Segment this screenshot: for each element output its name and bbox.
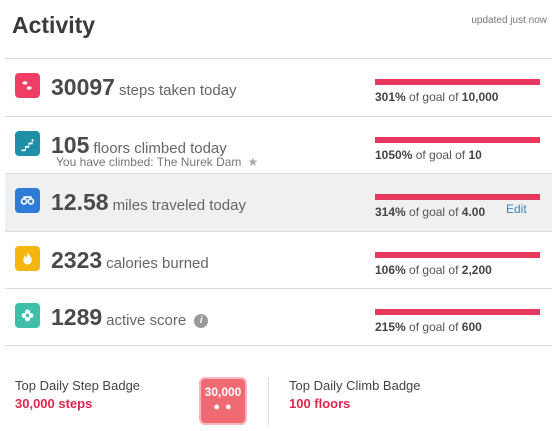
calories-progress-bar bbox=[375, 251, 540, 258]
floors-progress-bar bbox=[375, 136, 540, 143]
activity-row-distance: 12.58 miles traveled today 314% of goal o… bbox=[5, 173, 552, 231]
step-badge-value: 30,000 steps bbox=[15, 396, 93, 411]
distance-value: 12.58 bbox=[51, 189, 109, 215]
step-badge-title: Top Daily Step Badge bbox=[15, 378, 141, 393]
stairs-icon bbox=[15, 130, 40, 156]
active-score-goal-prefix: of goal of bbox=[409, 320, 459, 334]
climbed-text: You have climbed: The Nurek Dam bbox=[56, 154, 242, 169]
info-icon[interactable]: i bbox=[194, 314, 209, 328]
badge-divider bbox=[268, 378, 269, 426]
active-score-label: active score bbox=[106, 312, 187, 329]
flame-icon bbox=[15, 245, 40, 271]
active-score-percent: 215% bbox=[375, 320, 406, 334]
steps-value: 30097 bbox=[51, 74, 115, 100]
calories-label: calories burned bbox=[106, 254, 209, 272]
distance-goal-value: 4.00 bbox=[461, 205, 486, 219]
activity-row-steps: 30097 steps taken today 301% of goal of 1… bbox=[5, 58, 552, 116]
distance-progress-bar bbox=[375, 194, 540, 200]
calories-goal-value: 2,200 bbox=[461, 262, 492, 277]
active-score-goal: 215% of goal of 600 bbox=[375, 320, 482, 334]
distance-goal: 314% of goal of 4.00 bbox=[375, 205, 485, 219]
activity-row-floors: 105 floors climbed today You have climbed… bbox=[5, 115, 552, 174]
calories-percent: 106% bbox=[375, 262, 406, 277]
flower-icon bbox=[15, 303, 40, 328]
step-badge-icon[interactable]: 30,000 ● ● bbox=[199, 377, 247, 425]
activity-row-calories: 2323 calories burned 106% of goal of 2,20… bbox=[5, 230, 552, 289]
climb-badge-title: Top Daily Climb Badge bbox=[289, 378, 421, 393]
steps-goal: 301% of goal of 10,000 bbox=[375, 90, 498, 104]
edit-distance-link[interactable]: Edit bbox=[506, 202, 527, 216]
distance-goal-prefix: of goal of bbox=[409, 205, 459, 219]
calories-metric: 2323 calories burned bbox=[51, 247, 209, 274]
calories-goal-prefix: of goal of bbox=[409, 262, 459, 277]
page-title: Activity bbox=[12, 12, 96, 38]
header: Activity updated just now bbox=[0, 0, 559, 58]
distance-icon bbox=[15, 188, 40, 213]
steps-label: steps taken today bbox=[118, 82, 237, 99]
step-badge-block: Top Daily Step Badge 30,000 steps bbox=[15, 378, 140, 411]
steps-goal-prefix: of goal of bbox=[409, 90, 459, 104]
floors-goal-value: 10 bbox=[468, 147, 482, 162]
steps-percent: 301% bbox=[375, 90, 406, 104]
climbed-landmark: You have climbed: The Nurek Dam ★ bbox=[56, 155, 258, 169]
calories-goal: 106% of goal of 2,200 bbox=[375, 263, 492, 277]
activity-list: 30097 steps taken today 301% of goal of 1… bbox=[5, 58, 552, 346]
footsteps-icon bbox=[15, 73, 40, 98]
active-score-metric: 1289 active score i bbox=[51, 304, 209, 331]
floors-goal-prefix: of goal of bbox=[415, 147, 466, 162]
floors-goal: 1050% of goal of 10 bbox=[375, 148, 482, 162]
activity-row-active-score: 1289 active score i 215% of goal of 600 bbox=[5, 288, 552, 346]
steps-metric: 30097 steps taken today bbox=[51, 74, 237, 101]
step-badge-icon-text: 30,000 bbox=[204, 385, 242, 399]
climb-badge-value: 100 floors bbox=[289, 396, 351, 411]
active-score-goal-value: 600 bbox=[461, 320, 482, 334]
star-icon[interactable]: ★ bbox=[247, 155, 258, 169]
distance-metric: 12.58 miles traveled today bbox=[51, 189, 246, 216]
climb-badge-block: Top Daily Climb Badge 100 floors bbox=[289, 378, 421, 411]
badges-section: Top Daily Step Badge 30,000 steps 30,000… bbox=[0, 364, 559, 431]
active-score-progress-bar bbox=[375, 309, 540, 315]
active-score-value: 1289 bbox=[51, 304, 103, 330]
distance-percent: 314% bbox=[375, 205, 406, 219]
floors-percent: 1050% bbox=[375, 147, 413, 162]
footprints-icon: ● ● bbox=[213, 401, 233, 413]
calories-value: 2323 bbox=[51, 246, 103, 273]
updated-status: updated just now bbox=[471, 15, 547, 26]
distance-label: miles traveled today bbox=[112, 197, 246, 214]
steps-goal-value: 10,000 bbox=[461, 90, 499, 104]
steps-progress-bar bbox=[375, 79, 540, 85]
